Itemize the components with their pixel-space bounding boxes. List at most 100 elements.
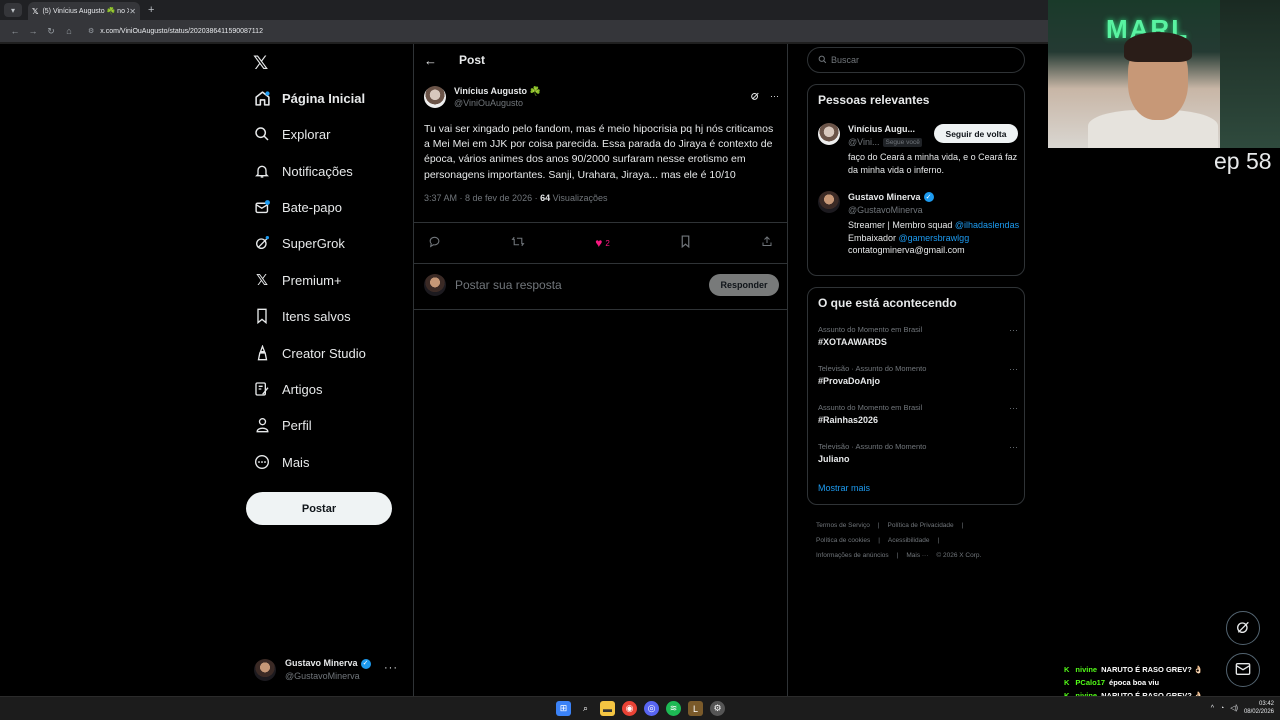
search-icon (818, 55, 827, 66)
kick-icon: K (1064, 665, 1070, 674)
browser-tab[interactable]: 𝕏 (5) Vinícius Augusto ☘️ no X: "... ✕ (28, 2, 140, 20)
reload-icon[interactable]: ↻ (42, 26, 60, 37)
footer-link[interactable]: Política de Privacidade (888, 522, 954, 529)
post-button[interactable]: Postar (246, 492, 392, 525)
card-title: O que está acontecendo (818, 296, 957, 310)
search-input[interactable]: Buscar (807, 47, 1025, 73)
nav-item-profile[interactable]: Perfil (253, 411, 312, 439)
account-handle: @GustavoMinerva (285, 671, 360, 681)
x-logo-icon[interactable]: 𝕏 (253, 52, 268, 75)
footer-link[interactable]: Mais ··· (906, 552, 928, 559)
nav-item-more[interactable]: Mais (253, 448, 309, 476)
nav-item-bookmarks[interactable]: Itens salvos (253, 302, 351, 330)
file-explorer-icon[interactable]: ▬ (600, 701, 615, 716)
share-icon[interactable] (761, 235, 773, 251)
reply-input[interactable]: Postar sua resposta (455, 278, 562, 292)
left-nav: 𝕏 Página Inicial Explorar Notificações B… (246, 44, 412, 696)
system-tray: ^ ◔ ◁) 03:42 08/02/2026 (1211, 700, 1274, 716)
divider (414, 309, 787, 310)
clock[interactable]: 03:42 08/02/2026 (1244, 700, 1274, 716)
tray-chevron-icon[interactable]: ^ (1211, 705, 1214, 712)
nav-item-supergrok[interactable]: SuperGrok (253, 229, 345, 257)
back-icon[interactable]: ← (6, 26, 24, 36)
game-app-icon[interactable]: L (688, 701, 703, 716)
account-more-icon[interactable]: ··· (384, 662, 398, 674)
card-title: Pessoas relevantes (818, 93, 930, 107)
like-button[interactable]: ♥ 2 (595, 236, 610, 250)
tweet-author-name[interactable]: Vinícius Augusto (454, 86, 527, 96)
nav-item-home[interactable]: Página Inicial (253, 84, 365, 112)
bookmark-icon[interactable] (680, 235, 691, 251)
nav-item-explore[interactable]: Explorar (253, 120, 330, 148)
tweet-time[interactable]: 3:37 AM · 8 de fev de 2026 · (424, 193, 540, 203)
tweet-more-icon[interactable]: ··· (770, 91, 779, 103)
tab-search-button[interactable]: ▾ (4, 3, 22, 17)
nav-item-notifications[interactable]: Notificações (253, 157, 353, 185)
grok-fab[interactable] (1226, 611, 1260, 645)
footer-link[interactable]: Termos de Serviço (816, 522, 870, 529)
forward-icon[interactable]: → (24, 26, 42, 36)
trend-item[interactable]: Assunto do Momento em Brasil #Rainhas202… (818, 403, 1018, 425)
nav-item-articles[interactable]: Artigos (253, 375, 322, 403)
footer-link[interactable]: Política de cookies (816, 537, 870, 544)
nav-label: SuperGrok (282, 235, 345, 251)
nav-item-creator-studio[interactable]: Creator Studio (253, 339, 366, 367)
home-browser-icon[interactable]: ⌂ (60, 26, 78, 36)
footer-link[interactable]: Acessibilidade (888, 537, 930, 544)
taskbar-search-icon[interactable]: ⌕ (578, 701, 593, 716)
x-icon: 𝕏 (255, 272, 269, 289)
chat-user: nivine (1075, 665, 1098, 674)
site-info-icon[interactable]: ⚙ (88, 27, 94, 35)
volume-icon[interactable]: ◁) (1230, 704, 1238, 712)
webcam-overlay: MARL (1048, 0, 1220, 148)
trend-more-icon[interactable]: ··· (1009, 442, 1018, 452)
settings-icon[interactable]: ⚙ (710, 701, 725, 716)
nav-label: Notificações (282, 163, 353, 179)
avatar (424, 274, 446, 296)
person-item[interactable]: Vinícius Augu... @Vini... Segue você Segu… (818, 123, 1018, 183)
back-arrow-icon[interactable]: ← (424, 53, 437, 68)
chrome-icon[interactable]: ◉ (622, 701, 637, 716)
url-text: x.com/ViniOuAugusto/status/2020386411590… (100, 27, 263, 35)
follow-back-button[interactable]: Seguir de volta (934, 124, 1018, 143)
bio-link[interactable]: @gamersbrawlgg (899, 233, 970, 243)
trend-item[interactable]: Televisão · Assunto do Momento #ProvaDoA… (818, 364, 1018, 386)
nav-label: Artigos (282, 381, 323, 397)
trend-item[interactable]: Televisão · Assunto do Momento Juliano ·… (818, 442, 1018, 464)
reply-icon[interactable] (428, 235, 441, 251)
person-item[interactable]: Gustavo Minerva ✓ @GustavoMinerva Streame… (818, 191, 1020, 271)
footer-link[interactable]: Informações de anúncios (816, 552, 889, 559)
tweet-author-handle[interactable]: @ViniOuAugusto (454, 97, 541, 109)
main-column: ← Post Vinícius Augusto ☘️ @ViniOuAugust… (413, 44, 788, 696)
spotify-icon[interactable]: ≋ (666, 701, 681, 716)
trend-more-icon[interactable]: ··· (1009, 325, 1018, 335)
streamer-hair (1124, 32, 1192, 62)
new-tab-button[interactable]: + (148, 4, 154, 16)
bio-text: Embaixador (848, 232, 899, 243)
person-bio: Streamer | Membro squad @ilhadaslendas E… (848, 219, 1020, 257)
trend-item[interactable]: Assunto do Momento em Brasil #XOTAAWARDS… (818, 325, 1018, 347)
show-more-link[interactable]: Mostrar mais (818, 483, 870, 493)
nav-item-premium[interactable]: 𝕏 Premium+ (253, 266, 342, 294)
tweet-meta: 3:37 AM · 8 de fev de 2026 · 64 Visualiz… (424, 193, 779, 203)
discord-icon[interactable]: ◎ (644, 701, 659, 716)
retweet-icon[interactable] (511, 235, 525, 251)
bio-link[interactable]: @ilhadaslendas (955, 220, 1019, 230)
grok-icon[interactable] (750, 91, 760, 103)
windows-start-icon[interactable]: ⊞ (556, 701, 571, 716)
messages-fab[interactable] (1226, 653, 1260, 687)
trend-more-icon[interactable]: ··· (1009, 364, 1018, 374)
nav-item-chat[interactable]: Bate-papo (253, 193, 342, 221)
trend-more-icon[interactable]: ··· (1009, 403, 1018, 413)
reply-button[interactable]: Responder (709, 274, 779, 296)
avatar[interactable] (424, 86, 446, 108)
network-icon[interactable]: ◔ (1220, 705, 1224, 712)
views-label: Visualizações (550, 192, 608, 203)
divider (414, 222, 787, 223)
webcam-background (1220, 0, 1280, 148)
footer-separator: | (877, 522, 880, 529)
account-switcher[interactable]: Gustavo Minerva ✓ @GustavoMinerva ··· (254, 654, 404, 686)
tab-close-icon[interactable]: ✕ (129, 7, 136, 16)
address-bar[interactable]: ⚙ x.com/ViniOuAugusto/status/20203864115… (82, 23, 269, 39)
trend-category: Televisão · Assunto do Momento (818, 364, 927, 373)
